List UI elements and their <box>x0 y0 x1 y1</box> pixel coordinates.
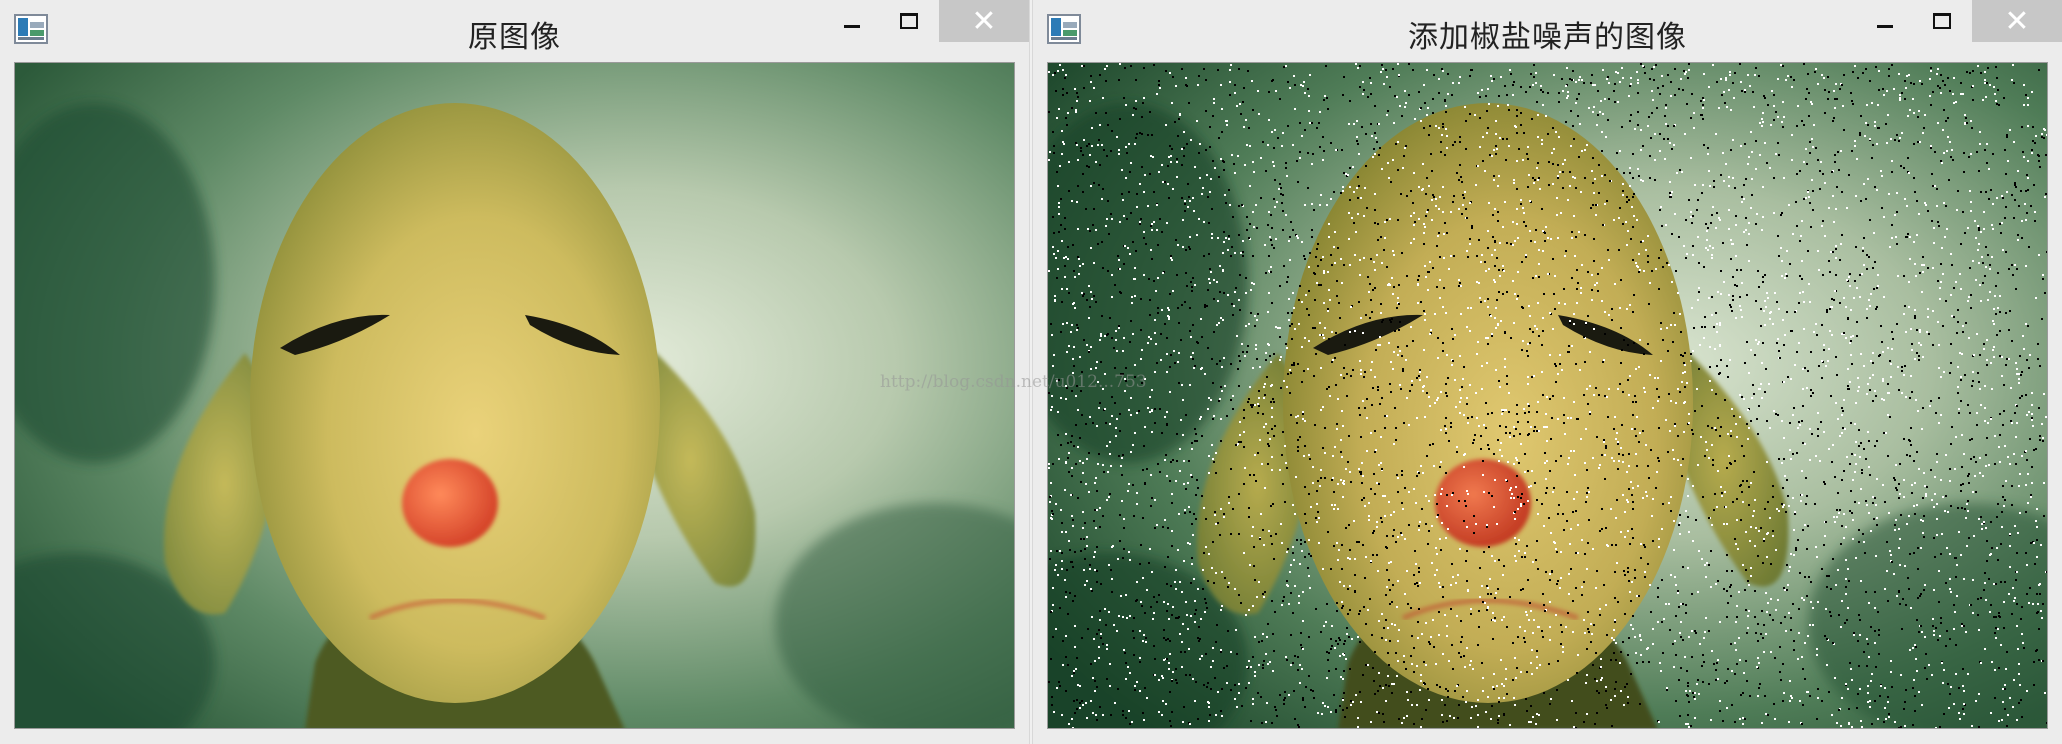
close-icon: ✕ <box>971 3 997 39</box>
app-window-icon <box>1047 14 1081 44</box>
image-canvas <box>1047 62 2048 729</box>
maximize-icon <box>1933 13 1951 29</box>
app-window-icon <box>14 14 48 44</box>
titlebar[interactable]: 添加椒盐噪声的图像 ✕ <box>1033 0 2062 60</box>
minimize-button[interactable] <box>827 0 877 42</box>
maximize-button[interactable] <box>1917 0 1967 42</box>
original-image-window: 原图像 ✕ <box>0 0 1030 744</box>
noisy-photo <box>1048 63 2047 728</box>
watermark-text: http://blog.csdn.net/u012...753 <box>880 372 1147 392</box>
maximize-button[interactable] <box>884 0 934 42</box>
titlebar[interactable]: 原图像 ✕ <box>0 0 1029 60</box>
close-icon: ✕ <box>2004 3 2030 39</box>
original-photo <box>15 63 1014 728</box>
maximize-icon <box>900 13 918 29</box>
close-button[interactable]: ✕ <box>939 0 1029 42</box>
salt-pepper-image-window: 添加椒盐噪声的图像 ✕ <box>1032 0 2062 744</box>
minimize-button[interactable] <box>1860 0 1910 42</box>
minimize-icon <box>1877 24 1893 28</box>
minimize-icon <box>844 24 860 28</box>
close-button[interactable]: ✕ <box>1972 0 2062 42</box>
image-canvas <box>14 62 1015 729</box>
